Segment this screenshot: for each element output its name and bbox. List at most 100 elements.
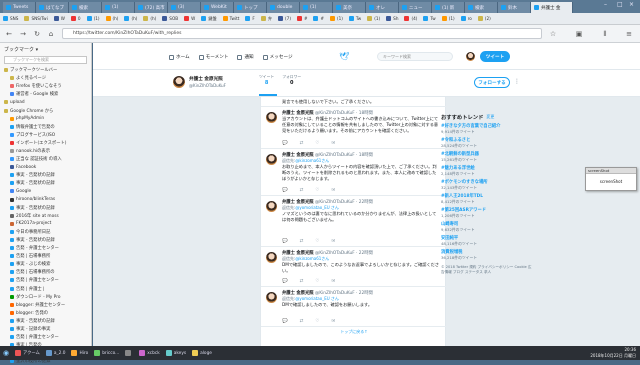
bookmark-item[interactable]: (h) — [121, 16, 140, 21]
bookmark-tree-item[interactable]: 告発 | 弁護士センター — [0, 276, 91, 284]
taskbar-item[interactable]: Hiro — [68, 346, 91, 360]
bookmark-tree-item[interactable]: インポート(エクスポート) — [0, 139, 91, 147]
library-icon[interactable]: ⫴ — [600, 29, 610, 39]
tweet[interactable]: 発言でも使用しないで下さい。ご了承ください。 — [261, 97, 447, 107]
tweet-button[interactable]: ツイート — [480, 51, 510, 62]
browser-tab[interactable]: (1) — [300, 2, 333, 13]
reply-target-link[interactable]: @yomoriatao_EU さん — [295, 296, 339, 301]
bookmark-tree-item[interactable]: 運営者 - Google 検索 — [0, 90, 91, 98]
forward-icon[interactable]: → — [18, 29, 28, 39]
bookmark-tree-item[interactable]: Google Chrome から — [0, 106, 91, 114]
bookmark-tree-item[interactable]: 事実 - 記録の事実 — [0, 325, 91, 333]
bookmark-tree-item[interactable]: hiroono/blinkTeras — [0, 196, 91, 204]
bookmark-item[interactable]: (1) — [84, 16, 103, 21]
clock[interactable]: 20:36 2018年10月22日 月曜日 — [590, 347, 636, 358]
tweet[interactable]: 弁護士 金原光照 @KinZIhOTaDuKuF · 18時間 当アカウントは、弁… — [261, 107, 447, 149]
minimize-icon[interactable]: – — [604, 1, 607, 8]
reply-icon[interactable]: 💬 — [282, 188, 288, 193]
bookmark-tree-item[interactable]: 告発 | 弁護士センター — [0, 333, 91, 341]
bookmark-tree-item[interactable]: 情報弁護士で告発の — [0, 123, 91, 131]
twitter-bird-icon[interactable]: 🕊 — [339, 52, 349, 61]
dm-icon[interactable]: ✉ — [331, 141, 335, 146]
tweet[interactable]: 弁護士 金原光照 @KinZIhOTaDuKuF · 18時間 返信先:@kinz… — [261, 149, 447, 196]
maximize-icon[interactable]: □ — [617, 1, 623, 8]
bookmark-tree-item[interactable]: 事実 - 告発状の記録 — [0, 204, 91, 212]
bookmark-item[interactable]: SNS/Twi — [21, 16, 50, 21]
bookmark-item[interactable]: # — [310, 16, 327, 21]
bookmark-item[interactable]: (4) — [401, 16, 420, 21]
bookmark-tree-item[interactable]: ダウンロード - My Pro — [0, 293, 91, 301]
bookmark-item[interactable]: 弁 — [258, 16, 275, 22]
own-avatar[interactable] — [465, 51, 476, 62]
bookmark-item[interactable]: Sh — [383, 16, 401, 21]
browser-tab[interactable]: トップ — [234, 2, 267, 13]
browser-tab[interactable]: 検索 — [69, 2, 102, 13]
close-icon[interactable]: × — [629, 1, 634, 8]
twitter-search-input[interactable]: キーワード検索 — [377, 52, 453, 61]
screenshot-tool-window[interactable]: screenShot screenShot — [585, 167, 637, 191]
reply-icon[interactable]: 💬 — [282, 239, 288, 244]
bookmark-tree-item[interactable]: 告発 | 石場事務所の — [0, 268, 91, 276]
dm-icon[interactable]: ✉ — [331, 239, 335, 244]
tweet-avatar[interactable] — [265, 153, 278, 166]
sidebar-title[interactable]: ブックマーク ▾ — [0, 43, 91, 55]
dm-icon[interactable]: ✉ — [331, 319, 335, 324]
bookmark-tree-item[interactable]: 事実 - ぶじの検索 — [0, 260, 91, 268]
tweet-avatar[interactable] — [265, 251, 278, 264]
browser-tab[interactable]: 弁護士 金 — [531, 2, 573, 13]
like-icon[interactable]: ♡ — [315, 141, 319, 146]
tweet[interactable]: 弁護士 金原光照 @KinZIhOTaDuKuF · 22時間 返信先:@kinz… — [261, 247, 447, 287]
trend-item[interactable]: #好きな夕方の言葉で自己紹介 9,914件のツイート — [441, 123, 541, 135]
bookmark-tree-item[interactable]: blogger: 告発の — [0, 309, 91, 317]
trend-item[interactable]: #令和ふるさと 28,524件のツイート — [441, 137, 541, 149]
reload-icon[interactable]: ↻ — [32, 29, 42, 39]
dm-icon[interactable]: ✉ — [331, 188, 335, 193]
trend-item[interactable]: 山崎寿司 9,632件のツイート — [441, 221, 541, 233]
bookmark-item[interactable]: (1) — [364, 16, 383, 21]
bookmark-tree-item[interactable]: 告発 - 弁護士センター — [0, 244, 91, 252]
retweet-icon[interactable]: ⇄ — [300, 188, 304, 193]
like-icon[interactable]: ♡ — [315, 239, 319, 244]
trends-change-link[interactable]: 変更 — [486, 114, 494, 120]
taskbar-item[interactable]: a_2.0 — [43, 346, 69, 360]
bookmark-tree-item[interactable]: 2016年 site at moss — [0, 212, 91, 220]
bookmark-item[interactable]: (h) — [103, 16, 122, 21]
bookmark-tree-item[interactable]: 事実 - 告発状の記録 — [0, 179, 91, 187]
menu-icon[interactable]: ≡ — [624, 29, 634, 39]
bookmark-tree-item[interactable]: 告発 | 弁護士 | — [0, 285, 91, 293]
browser-tab[interactable]: double — [267, 2, 300, 13]
browser-tab[interactable]: ニュー — [399, 2, 432, 13]
bookmark-item[interactable]: Tw — [346, 16, 364, 21]
bookmark-item[interactable]: SNS — [0, 16, 21, 21]
back-to-top-link[interactable]: トップに戻る↑ — [261, 329, 447, 335]
bookmark-tree-item[interactable]: 正当な 認証技術 の導入 — [0, 155, 91, 163]
browser-tab[interactable]: (1) — [102, 2, 135, 13]
profile-stat[interactable]: ツイート 8 — [259, 74, 274, 86]
bookmark-tree-item[interactable]: ブログサービス(ISO — [0, 131, 91, 139]
back-icon[interactable]: ← — [4, 29, 14, 39]
browser-tab[interactable]: Tweets — [3, 2, 36, 13]
more-options-icon[interactable]: ⋮ — [514, 78, 520, 85]
taskbar-item[interactable]: xcbck — [136, 346, 162, 360]
tweet-avatar[interactable] — [265, 200, 278, 213]
bookmark-item[interactable]: Twitt — [220, 16, 243, 21]
like-icon[interactable]: ♡ — [315, 319, 319, 324]
taskbar-item[interactable]: bricco... — [91, 346, 122, 360]
extension-icon[interactable]: ▣ — [574, 29, 584, 39]
bookmark-tree-item[interactable]: よく見るページ — [0, 74, 91, 82]
trend-item[interactable]: #ポケモンのすきな場所 32,143件のツイート — [441, 179, 541, 191]
tweet-avatar[interactable] — [265, 291, 278, 304]
bookmark-item[interactable]: # — [294, 16, 311, 21]
tweet-avatar[interactable] — [265, 111, 278, 124]
bookmark-tree-item[interactable]: 告発 | 石場事務所 — [0, 252, 91, 260]
bookmark-tree-item[interactable]: phpMyAdmin — [0, 115, 91, 123]
bookmark-item[interactable]: Tw — [420, 16, 438, 21]
bookmark-item[interactable]: F — [242, 16, 257, 21]
browser-tab[interactable]: (3) — [168, 2, 201, 13]
bookmark-item[interactable]: W — [181, 16, 198, 21]
bookmark-tree-item[interactable]: nanook.hiの表示 — [0, 147, 91, 155]
tweet[interactable]: 弁護士 金原光照 @KinZIhOTaDuKuF · 22時間 返信先:@yomo… — [261, 287, 447, 327]
tweet[interactable]: 弁護士 金原光照 @KinZIhOTaDuKuF · 22時間 返信先:@yomo… — [261, 196, 447, 247]
reply-icon[interactable]: 💬 — [282, 279, 288, 284]
bookmark-item[interactable]: ro — [458, 16, 475, 21]
